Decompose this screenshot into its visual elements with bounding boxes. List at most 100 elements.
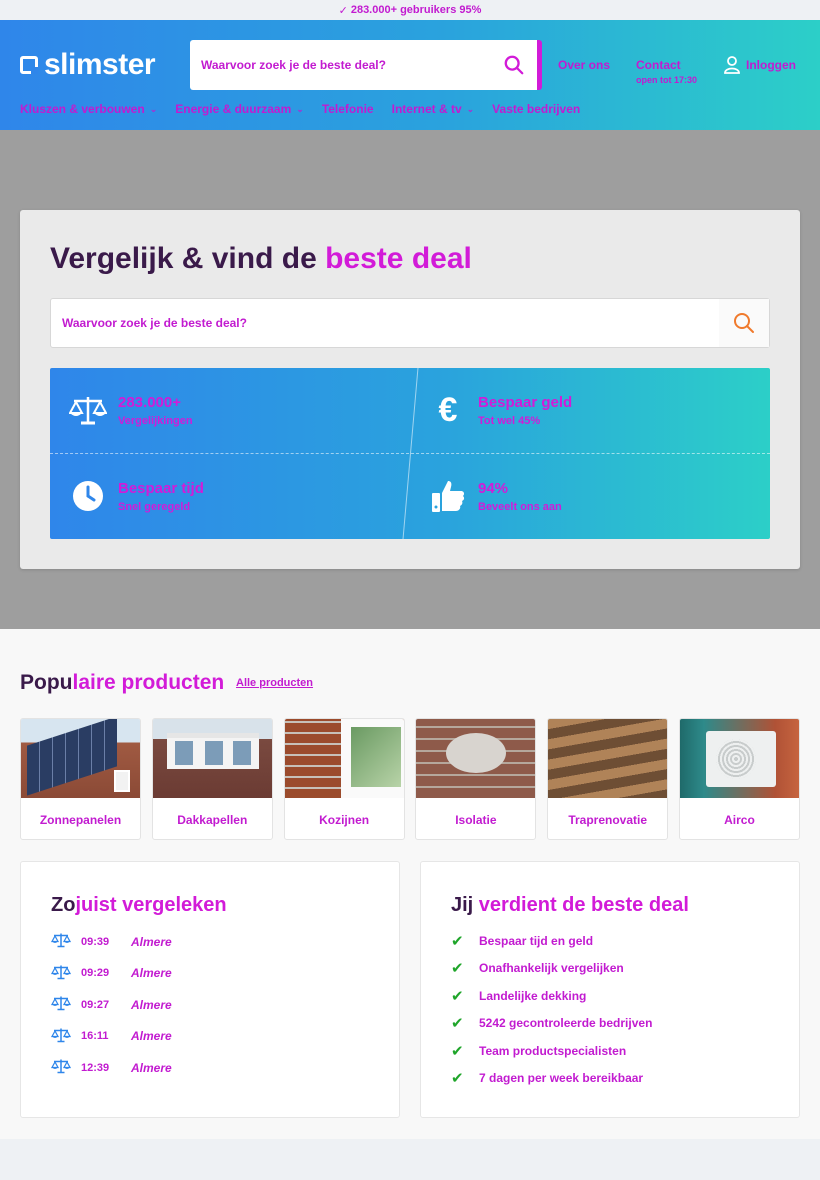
recent-row: 09:39 Almere <box>50 932 172 951</box>
euro-icon: € <box>438 390 458 429</box>
product-tile-dakkapellen[interactable]: Dakkapellen <box>151 718 273 840</box>
nav-label: Internet & tv <box>391 102 462 116</box>
main-nav: Kluszen & verbouwen ⌄ Energie & duurzaam ⌄… <box>20 102 598 116</box>
stat-label: Beveelt ons aan <box>478 500 562 513</box>
recent-title-accent: juist vergeleken <box>75 894 227 916</box>
product-tile-zonnepanelen[interactable]: Zonnepanelen <box>20 718 141 840</box>
benefit-text: Bespaar tijd en geld <box>479 934 594 948</box>
thumbs-up-icon <box>428 476 468 516</box>
product-tile-airco[interactable]: Airco <box>678 718 800 840</box>
benefit-item: ✔ Landelijke dekking <box>451 987 586 1005</box>
recent-time: 09:29 <box>81 967 110 979</box>
nav-item-klussen[interactable]: Kluszen & verbouwen ⌄ <box>20 102 157 116</box>
header-search-input[interactable]: Waarvoor zoek je de beste deal? <box>190 40 542 90</box>
stat-recommend: 94% Beveelt ons aan <box>428 476 562 516</box>
check-icon: ✓ <box>338 4 348 17</box>
stat-value: 94% <box>478 479 509 497</box>
popular-title-main: Popu <box>20 671 73 694</box>
login-link[interactable]: Inloggen <box>724 56 796 74</box>
product-tile-traprenovatie[interactable]: Traprenovatie <box>547 718 669 840</box>
check-icon: ✔ <box>451 1070 464 1087</box>
recent-city: Almere <box>131 1029 172 1043</box>
stat-label: Vergelijkingen <box>118 414 193 427</box>
stat-save-money: € Bespaar geld Tot wel 45% <box>428 390 573 430</box>
scale-icon <box>50 932 72 951</box>
recent-time: 12:39 <box>81 1061 110 1074</box>
benefits-title-main: Jij <box>451 894 479 916</box>
scale-icon <box>50 995 72 1014</box>
benefit-text: 7 dagen per week bereikbaar <box>479 1071 644 1085</box>
product-tile-kozijnen[interactable]: Kozijnen <box>283 718 405 840</box>
header-search-placeholder: Waarvoor zoek je de beste deal? <box>201 58 386 72</box>
product-label: Dakkapellen <box>177 812 248 827</box>
nav-label: Kluszen & verbouwen <box>20 102 145 116</box>
scale-icon <box>68 390 108 430</box>
benefit-text: Team productspecialisten <box>479 1043 627 1058</box>
benefit-item: ✔ Team productspecialisten <box>451 1042 626 1060</box>
product-label: Airco <box>724 812 755 827</box>
stat-value: Bespaar tijd <box>118 479 204 497</box>
nav-item-energie[interactable]: Energie & duurzaam ⌄ <box>175 102 304 116</box>
clock-icon <box>68 476 108 516</box>
nav-label: Energie & duurzaam <box>175 102 292 116</box>
benefit-item: ✔ Onafhankelijk vergelijken <box>451 959 624 977</box>
air-conditioner-image <box>679 719 799 798</box>
popular-title-accent: laire producten <box>72 671 225 694</box>
hero-search-input[interactable]: Waarvoor zoek je de beste deal? <box>50 298 770 348</box>
insulation-image <box>416 719 536 798</box>
recent-city: Almere <box>131 997 172 1012</box>
recent-row: 16:11 Almere <box>50 1027 172 1046</box>
search-icon[interactable] <box>503 54 525 76</box>
logo[interactable]: slimster <box>20 48 156 82</box>
logo-text: slimster <box>44 48 156 81</box>
stat-value: Bespaar geld <box>478 393 573 411</box>
benefit-text: Onafhankelijk vergelijken <box>479 961 624 976</box>
benefit-text: Landelijke dekking <box>479 988 587 1003</box>
logo-mark-icon <box>20 56 38 74</box>
benefit-item: ✔ 7 dagen per week bereikbaar <box>451 1069 643 1087</box>
footer-band <box>0 1139 820 1180</box>
contact-link[interactable]: Contact <box>636 58 681 72</box>
nav-item-bedrijven[interactable]: Vaste bedrijven <box>492 102 580 116</box>
all-products-link[interactable]: Alle producten <box>236 677 313 689</box>
recent-time: 09:27 <box>81 998 110 1011</box>
popular-section: Populaire producten Alle producten Zonne… <box>0 629 820 1139</box>
nav-item-telefonie[interactable]: Telefonie <box>322 102 374 116</box>
recent-city: Almere <box>131 966 172 980</box>
stats-panel: 283.000+ Vergelijkingen € Bespaar geld T… <box>50 368 770 539</box>
check-icon: ✔ <box>451 1042 464 1060</box>
hero-search-button[interactable] <box>719 299 769 347</box>
solar-panels-image <box>21 719 140 798</box>
product-tiles: Zonnepanelen Dakkapellen Kozijnen Isolat… <box>20 718 800 840</box>
recent-city: Almere <box>131 934 172 949</box>
stat-comparisons: 283.000+ Vergelijkingen <box>68 390 193 430</box>
stat-label: Snel geregeld <box>118 500 191 513</box>
stairs-image <box>548 719 668 798</box>
popular-title: Populaire producten <box>20 671 224 695</box>
benefit-item: ✔ Bespaar tijd en geld <box>451 932 593 950</box>
scale-icon <box>50 964 72 983</box>
recent-time: 09:39 <box>81 935 110 948</box>
nav-label: Vaste bedrijven <box>492 102 581 116</box>
benefit-item: ✔ 5242 gecontroleerde bedrijven <box>451 1014 652 1032</box>
recent-comparisons-box: Zojuist vergeleken 09:39 Almere 09:29 Almer… <box>20 861 400 1118</box>
check-icon: ✔ <box>451 1015 464 1033</box>
recent-row: 12:39 Almere <box>50 1058 172 1077</box>
chevron-down-icon: ⌄ <box>149 103 158 114</box>
about-link[interactable]: Over ons <box>558 58 610 72</box>
hero-search-placeholder: Waarvoor zoek je de beste deal? <box>62 316 247 330</box>
benefits-box: Jij verdient de beste deal ✔ Bespaar tijd… <box>420 861 800 1118</box>
search-icon <box>734 313 754 333</box>
product-label: Kozijnen <box>319 812 370 827</box>
chevron-down-icon: ⌄ <box>466 103 475 114</box>
top-announcement-bar: ✓ 283.000+ gebruikers 95% <box>0 0 820 20</box>
check-icon: ✔ <box>451 960 464 978</box>
recent-row: 09:29 Almere <box>50 964 172 983</box>
chevron-down-icon: ⌄ <box>296 103 304 114</box>
login-label: Inloggen <box>746 58 796 72</box>
hero-title-accent: beste deal <box>325 242 472 275</box>
recent-city: Almere <box>131 1060 172 1075</box>
product-tile-isolatie[interactable]: Isolatie <box>415 718 537 840</box>
dormer-image <box>152 719 272 798</box>
nav-item-internet[interactable]: Internet & tv ⌄ <box>392 102 475 116</box>
